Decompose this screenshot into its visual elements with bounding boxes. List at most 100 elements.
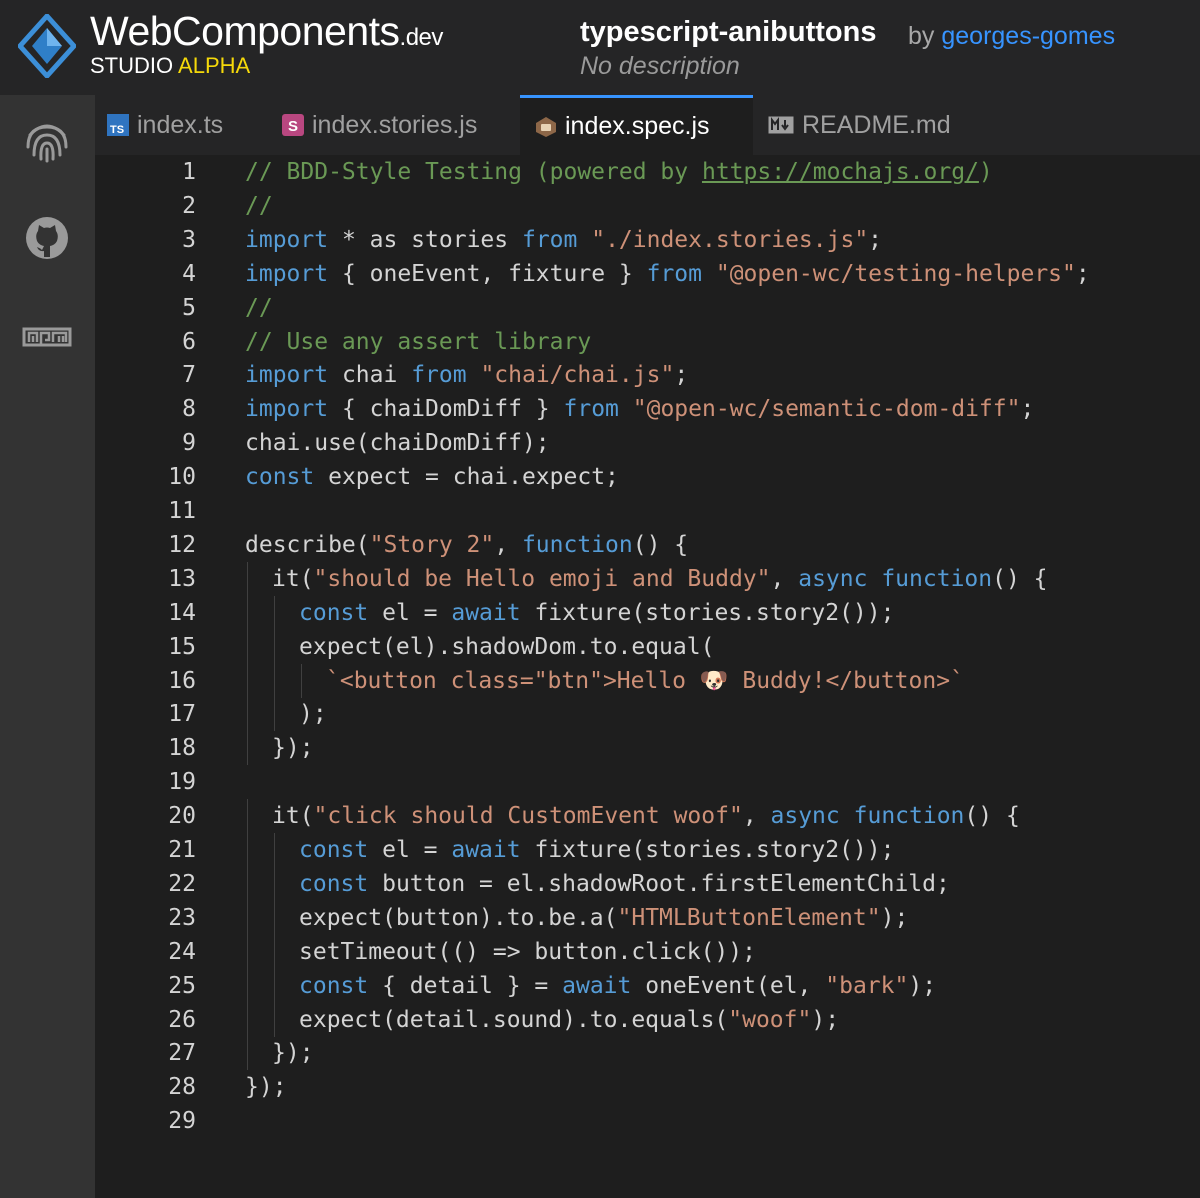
code-line[interactable]: 18}); <box>95 731 1200 766</box>
code-editor[interactable]: 1 // BDD-Style Testing (powered by https:… <box>95 155 1200 1198</box>
code-line[interactable]: 9 chai.use(chaiDomDiff); <box>95 426 1200 460</box>
webcomponents-logo-icon[interactable] <box>18 14 76 78</box>
code-line[interactable]: 4 import { oneEvent, fixture } from "@ope… <box>95 257 1200 291</box>
code-line[interactable]: 23 expect(button).to.be.a("HTMLButtonElem… <box>95 900 1200 935</box>
code-line[interactable]: 11 <box>95 494 1200 528</box>
code-line[interactable]: 7 import chai from "chai/chai.js"; <box>95 358 1200 392</box>
code-line[interactable]: 26 expect(detail.sound).to.equals("woof")… <box>95 1002 1200 1037</box>
code-token: "@open-wc/semantic-dom-diff" <box>632 396 1021 423</box>
code-token: ; <box>674 362 689 389</box>
code-line[interactable]: 27}); <box>95 1036 1200 1071</box>
indent-guide <box>274 900 275 935</box>
line-number: 23 <box>168 904 196 931</box>
code-text: const { detail } = await oneEvent(el, "b… <box>299 969 936 1003</box>
code-token: "Story 2" <box>369 531 495 558</box>
code-token: ); <box>299 701 327 728</box>
code-text: expect(detail.sound).to.equals("woof"); <box>299 1003 839 1037</box>
code-line[interactable]: 16 `<button class="btn">Hello 🐶 Buddy!</b… <box>95 663 1200 698</box>
code-line[interactable]: 28}); <box>95 1070 1200 1104</box>
github-icon[interactable] <box>22 213 72 263</box>
code-line[interactable]: 24 setTimeout(() => button.click()); <box>95 934 1200 969</box>
code-text: }); <box>245 1070 287 1104</box>
code-line[interactable]: 8 import { chaiDomDiff } from "@open-wc/s… <box>95 392 1200 426</box>
code-token: const <box>299 972 369 999</box>
brand-name[interactable]: WebComponents.dev <box>90 8 443 55</box>
code-line[interactable]: 20 it("click should CustomEvent woof", as… <box>95 799 1200 834</box>
tab-index-spec[interactable]: index.spec.js <box>520 95 753 155</box>
code-token: , <box>494 531 522 558</box>
code-line[interactable]: 14 const el = await fixture(stories.story… <box>95 595 1200 630</box>
line-number: 13 <box>168 565 196 592</box>
indent-guide <box>247 799 248 834</box>
code-line[interactable]: 6 // Use any assert library <box>95 325 1200 359</box>
indent-guide <box>247 561 248 596</box>
code-line[interactable]: 22 const button = el.shadowRoot.firstElem… <box>95 866 1200 901</box>
project-title: typescript-anibuttons <box>580 16 877 48</box>
code-token: async <box>770 803 840 830</box>
code-token: const <box>245 464 315 491</box>
code-line[interactable]: 29 <box>95 1104 1200 1138</box>
line-number: 20 <box>168 803 196 830</box>
tab-index-ts[interactable]: TS index.ts <box>107 95 257 155</box>
code-line[interactable]: 12 describe("Story 2", function() { <box>95 528 1200 562</box>
code-line[interactable]: 17); <box>95 697 1200 732</box>
code-token: it( <box>272 803 314 830</box>
line-number: 9 <box>182 430 196 457</box>
code-text: setTimeout(() => button.click()); <box>299 935 756 969</box>
code-token: "click should CustomEvent woof" <box>313 803 743 830</box>
code-line[interactable]: 2 // <box>95 189 1200 223</box>
line-number: 18 <box>168 735 196 762</box>
code-token: setTimeout(() => button.click()); <box>299 938 756 965</box>
indent-guide <box>247 866 248 901</box>
code-token: * as stories <box>328 226 522 253</box>
code-line[interactable]: 25 const { detail } = await oneEvent(el, … <box>95 968 1200 1003</box>
indent-guide <box>247 595 248 630</box>
line-number: 15 <box>168 633 196 660</box>
code-text: chai.use(chaiDomDiff); <box>245 426 550 460</box>
brand-subtitle: STUDIO ALPHA <box>90 53 251 78</box>
code-text: }); <box>272 731 314 765</box>
editor-tabs: TS index.ts S index.stories.js index.spe… <box>95 95 1200 155</box>
code-line[interactable]: 1 // BDD-Style Testing (powered by https:… <box>95 155 1200 189</box>
line-number: 26 <box>168 1006 196 1033</box>
line-number: 24 <box>168 938 196 965</box>
code-line[interactable]: 15 expect(el).shadowDom.to.equal( <box>95 629 1200 664</box>
code-token: fixture(stories.story2()); <box>520 599 895 626</box>
tab-index-stories[interactable]: S index.stories.js <box>282 95 512 155</box>
code-text: expect(el).shadowDom.to.equal( <box>299 630 714 664</box>
npm-icon[interactable] <box>22 313 72 363</box>
code-line[interactable]: 5 // <box>95 291 1200 325</box>
code-line[interactable]: 10 const expect = chai.expect; <box>95 460 1200 494</box>
code-token: chai <box>328 362 412 389</box>
code-line[interactable]: 3 import * as stories from "./index.stori… <box>95 223 1200 257</box>
fingerprint-icon[interactable] <box>22 115 72 165</box>
code-line[interactable]: 19 <box>95 765 1200 799</box>
code-line[interactable]: 21 const el = await fixture(stories.story… <box>95 833 1200 867</box>
code-token: "bark" <box>825 972 909 999</box>
code-token: "should be Hello emoji and Buddy" <box>313 565 771 592</box>
code-token: await <box>451 599 521 626</box>
mocha-icon <box>536 116 556 137</box>
code-text: it("click should CustomEvent woof", asyn… <box>272 799 1020 833</box>
tab-readme[interactable]: README.md <box>768 95 968 155</box>
line-number: 14 <box>168 599 196 626</box>
tab-label: index.ts <box>137 110 224 139</box>
svg-text:TS: TS <box>110 124 124 136</box>
code-token: () { <box>632 531 689 558</box>
code-token: https://mochajs.org/ <box>701 159 979 185</box>
storybook-icon: S <box>282 114 304 136</box>
indent-guide <box>274 1002 275 1037</box>
indent-guide <box>247 697 248 732</box>
indent-guide <box>274 934 275 969</box>
code-token: import <box>245 396 329 423</box>
code-token: // <box>245 294 273 321</box>
code-token: // BDD-Style Testing (powered by <box>245 159 702 185</box>
line-number: 4 <box>182 260 196 287</box>
code-token: button = el.shadowRoot.firstElementChild… <box>368 870 950 897</box>
code-token: await <box>562 972 632 999</box>
code-token: function <box>881 565 993 592</box>
code-token: await <box>451 837 521 863</box>
line-number: 5 <box>182 294 196 321</box>
author-link[interactable]: georges-gomes <box>941 22 1115 50</box>
code-line[interactable]: 13 it("should be Hello emoji and Buddy", … <box>95 561 1200 596</box>
